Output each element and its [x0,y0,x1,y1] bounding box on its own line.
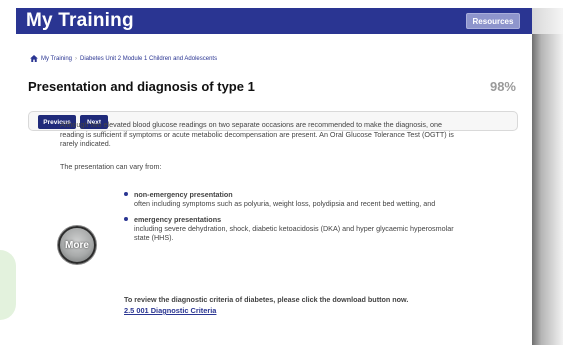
page-title: Presentation and diagnosis of type 1 [28,79,255,94]
list-item: non-emergency presentation often includi… [124,190,464,209]
list-item-description: often including symptoms such as polyuri… [134,199,436,208]
more-button-label: More [65,239,89,251]
page-edge-shadow [532,34,563,345]
home-icon[interactable] [30,55,38,62]
list-item: emergency presentations including severe… [124,215,464,243]
bullet-icon [124,216,128,221]
diagnosis-paragraph: Although two elevated blood glucose read… [60,120,454,148]
presentation-list: non-emergency presentation often includi… [124,190,464,249]
download-instruction: To review the diagnostic criteria of dia… [124,295,409,304]
decorative-background-shape [0,250,16,320]
breadcrumb-item-my-training[interactable]: My Training [41,56,72,62]
list-item-description: including severe dehydration, shock, dia… [134,223,454,243]
bullet-icon [124,192,128,196]
more-button[interactable]: More [58,226,96,264]
list-item-heading: emergency presentations [134,214,222,224]
app-title: My Training [26,10,134,31]
app-header: My Training Resources [16,8,532,34]
top-strip [0,0,563,8]
progress-percentage: 98% [489,79,516,94]
breadcrumb-separator-icon: › [75,55,78,62]
resources-button[interactable]: Resources [466,13,520,29]
breadcrumb: My Training › Diabetes Unit 2 Module 1 C… [30,55,217,62]
presentation-intro: The presentation can vary from: [60,162,162,171]
page-edge-shadow-top [532,8,563,34]
breadcrumb-item-module[interactable]: Diabetes Unit 2 Module 1 Children and Ad… [80,56,217,62]
diagnostic-criteria-download-link[interactable]: 2.5 001 Diagnostic Criteria [124,306,216,315]
list-item-heading: non-emergency presentation [134,190,233,199]
